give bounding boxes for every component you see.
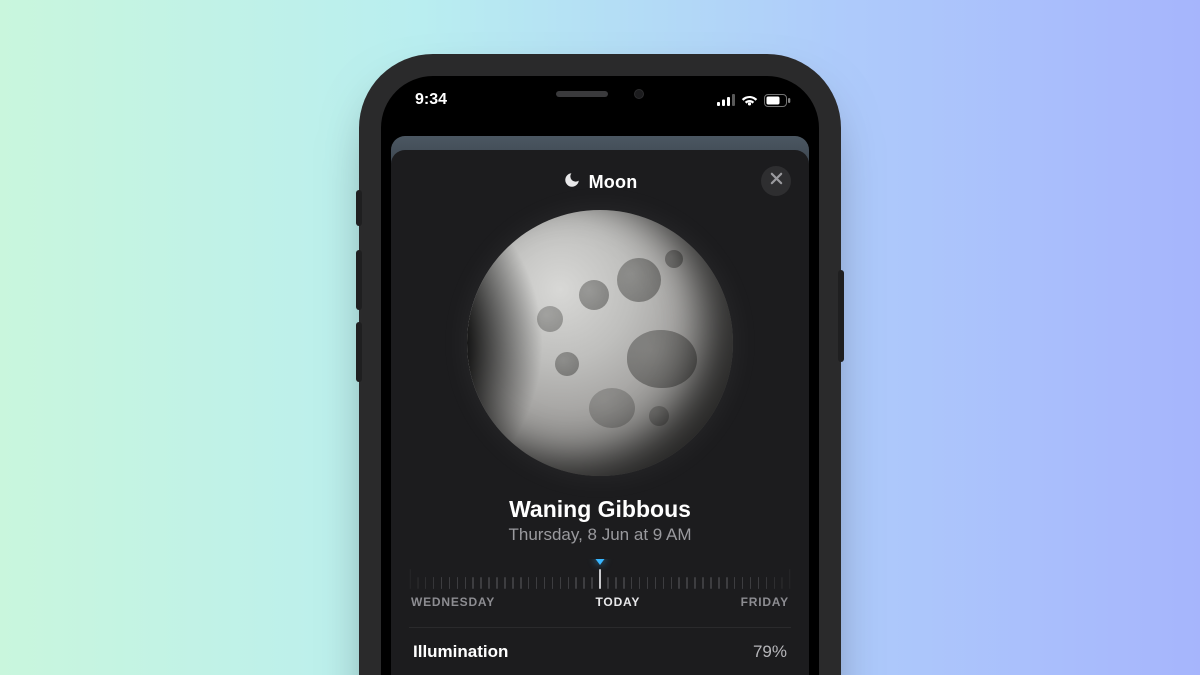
slider-tick	[433, 577, 435, 589]
slider-tick	[615, 577, 617, 589]
slider-tick	[607, 577, 609, 589]
slider-tick	[742, 577, 744, 589]
slider-tick	[781, 577, 783, 589]
slider-tick	[671, 577, 673, 589]
battery-icon	[764, 94, 791, 107]
slider-tick	[544, 577, 546, 589]
slider-tick	[520, 577, 522, 589]
card-header: Moon	[409, 168, 791, 196]
slider-tick	[560, 577, 562, 589]
slider-tick	[457, 577, 459, 589]
slider-tick	[568, 577, 570, 589]
slider-tick	[504, 577, 506, 589]
detail-row-value: 79%	[753, 642, 787, 662]
slider-tick	[536, 577, 538, 589]
slider-tick	[655, 577, 657, 589]
detail-rows: Illumination 79%	[409, 627, 791, 675]
slider-tick	[552, 577, 554, 589]
moon-phase-image	[467, 210, 733, 476]
volume-up-button[interactable]	[356, 250, 362, 310]
moon-phase-name: Waning Gibbous	[409, 496, 791, 523]
phone-screen: 9:34 Moon	[381, 76, 819, 675]
slider-tick	[710, 577, 712, 589]
slider-tick	[631, 577, 633, 589]
slider-tick	[623, 577, 625, 589]
slider-tick	[774, 577, 776, 589]
cellular-signal-icon	[717, 94, 735, 106]
slider-tick	[528, 577, 530, 589]
front-camera	[634, 89, 644, 99]
earpiece-speaker	[556, 91, 608, 97]
slider-tick	[465, 577, 467, 589]
slider-tick	[512, 577, 514, 589]
detail-row: Illumination 79%	[409, 627, 791, 675]
slider-tick	[488, 577, 490, 589]
slider-tick	[766, 577, 768, 589]
slider-pointer-icon	[594, 557, 606, 565]
slider-tick	[480, 577, 482, 589]
slider-labels: WEDNESDAY TODAY FRIDAY	[409, 595, 791, 609]
volume-down-button[interactable]	[356, 322, 362, 382]
slider-tick	[750, 577, 752, 589]
close-icon	[770, 172, 783, 190]
slider-tick	[718, 577, 720, 589]
moon-icon	[563, 171, 581, 194]
status-time: 9:34	[415, 91, 447, 109]
slider-tick	[694, 577, 696, 589]
slider-tick	[678, 577, 680, 589]
slider-tick	[441, 577, 443, 589]
card-title: Moon	[589, 172, 638, 193]
slider-tick	[726, 577, 728, 589]
slider-tick	[583, 577, 585, 589]
day-slider[interactable]	[409, 559, 791, 589]
detail-row-key: Illumination	[413, 642, 508, 662]
slider-tick	[599, 569, 601, 589]
slider-tick	[758, 577, 760, 589]
slider-tick	[702, 577, 704, 589]
close-button[interactable]	[761, 166, 791, 196]
slider-tick	[449, 577, 451, 589]
phone-frame: 9:34 Moon	[365, 60, 835, 675]
slider-tick	[472, 577, 474, 589]
moon-phase-date: Thursday, 8 Jun at 9 AM	[409, 525, 791, 545]
slider-tick	[789, 569, 791, 589]
slider-tick	[591, 577, 593, 589]
slider-tick	[647, 577, 649, 589]
slider-tick	[496, 577, 498, 589]
display-notch	[490, 76, 710, 112]
slider-tick	[639, 577, 641, 589]
slider-label-prev: WEDNESDAY	[411, 595, 495, 609]
slider-tick	[425, 577, 427, 589]
slider-tick	[417, 577, 419, 589]
slider-tick	[409, 569, 411, 589]
slider-label-today: TODAY	[596, 595, 641, 609]
ringer-switch[interactable]	[356, 190, 362, 226]
slider-tick	[575, 577, 577, 589]
slider-label-next: FRIDAY	[741, 595, 789, 609]
slider-tick	[686, 577, 688, 589]
slider-tick	[663, 577, 665, 589]
slider-tick	[734, 577, 736, 589]
wifi-icon	[741, 94, 758, 106]
side-power-button[interactable]	[838, 270, 844, 362]
moon-detail-card: Moon Waning Gibbous Thursday, 8 Jun at 9…	[391, 150, 809, 675]
